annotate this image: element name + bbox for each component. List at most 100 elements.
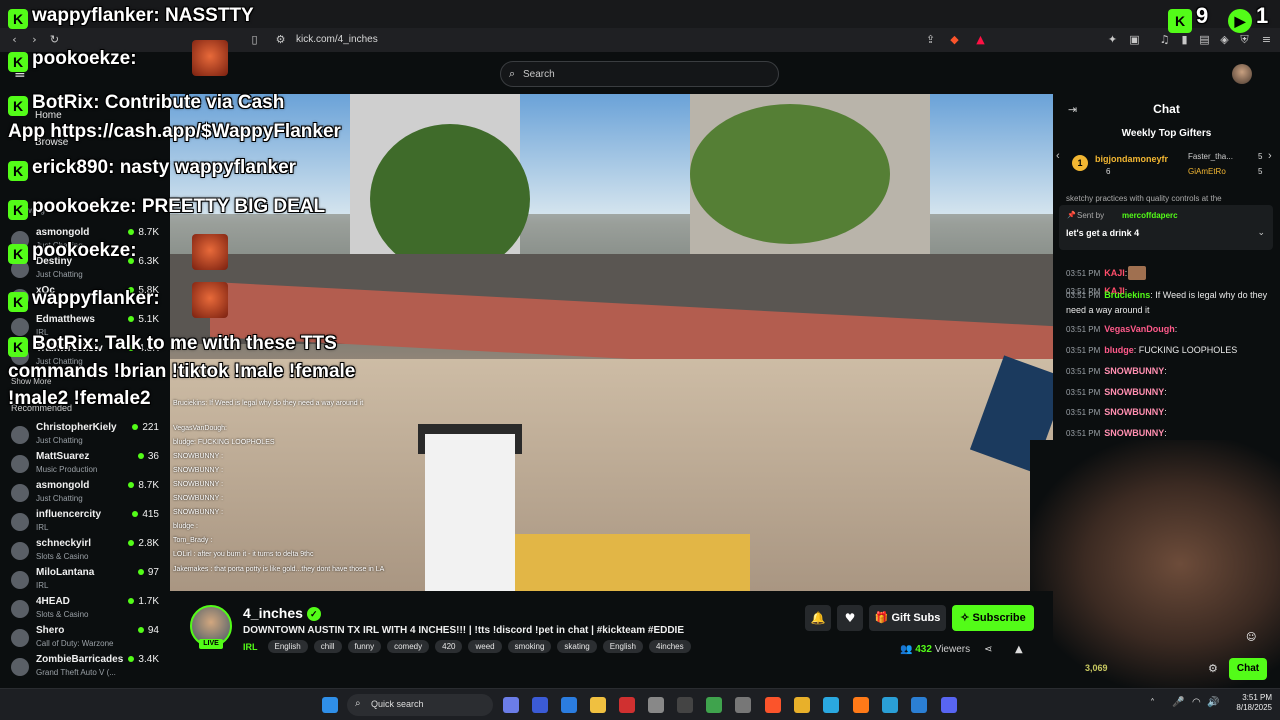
tray-chevron-icon[interactable]: ˄	[1150, 698, 1155, 709]
chrome-icon[interactable]	[794, 697, 810, 713]
chevron-right-icon[interactable]: ›	[1268, 150, 1272, 162]
search-input[interactable]: ⌕ Search	[500, 61, 779, 87]
app-icon[interactable]	[677, 697, 693, 713]
task-view-icon[interactable]	[503, 697, 519, 713]
tag-chip[interactable]: skating	[557, 640, 597, 653]
pinned-message[interactable]: 📌 Sent by mercoffdaperc let's get a drin…	[1059, 205, 1273, 250]
reload-icon[interactable]: ↻	[48, 33, 61, 46]
recommended-channel[interactable]: Shero Call of Duty: Warzone 94	[0, 625, 170, 653]
tag-chip[interactable]: English	[602, 640, 644, 653]
recommended-channel[interactable]: influencercity IRL 415	[0, 509, 170, 537]
app-icon[interactable]	[882, 697, 898, 713]
video-post	[425, 434, 515, 591]
chat-message: 03:51 PM VegasVanDough:	[1066, 324, 1178, 334]
chevron-left-icon[interactable]: ‹	[1056, 150, 1060, 162]
media-icon[interactable]: ♫	[1158, 33, 1171, 46]
app-icon[interactable]	[532, 697, 548, 713]
chat-message: 03:51 PM SNOWBUNNY:	[1066, 387, 1167, 397]
tag-chip[interactable]: funny	[347, 640, 382, 653]
vpn-icon[interactable]: ◈	[1218, 33, 1231, 46]
recommended-channel[interactable]: schneckyirl Slots & Casino 2.8K	[0, 538, 170, 566]
app-icon[interactable]	[619, 697, 635, 713]
emoji-icon[interactable]: ☺	[1246, 632, 1256, 643]
taskbar-clock[interactable]: 3:51 PM 8/18/2025	[1222, 693, 1272, 713]
back-icon[interactable]: ‹	[8, 33, 21, 46]
gifter-name[interactable]: GiAmEtRo	[1188, 167, 1226, 176]
tag-chip[interactable]: comedy	[387, 640, 430, 653]
notification-bell-button[interactable]: 🔔	[805, 605, 831, 631]
kick-badge-icon: K	[8, 96, 28, 116]
brave-shield-icon[interactable]: ◆	[948, 33, 961, 46]
app-icon[interactable]	[706, 697, 722, 713]
pinned-sent-by-label: Sent by	[1077, 211, 1105, 220]
extensions-icon[interactable]: ✦	[1106, 33, 1119, 46]
report-icon[interactable]: ▲	[1015, 644, 1023, 655]
recommended-channel[interactable]: 4HEAD Slots & Casino 1.7K	[0, 596, 170, 624]
app-icon[interactable]	[561, 697, 577, 713]
recommended-channel[interactable]: asmongold Just Chatting 8.7K	[0, 480, 170, 508]
share-icon[interactable]: ⇪	[924, 33, 937, 46]
app-icon[interactable]	[648, 697, 664, 713]
pin-icon: 📌	[1067, 212, 1076, 219]
streamer-name[interactable]: 4_inches ✓	[243, 605, 321, 621]
recommended-channel[interactable]: MattSuarez Music Production 36	[0, 451, 170, 479]
share-icon[interactable]: ⋖	[984, 644, 992, 655]
brave-icon[interactable]	[765, 697, 781, 713]
firefox-icon[interactable]	[853, 697, 869, 713]
tag-chip[interactable]: chill	[313, 640, 342, 653]
discord-icon[interactable]	[941, 697, 957, 713]
face-emote-icon	[192, 40, 228, 76]
site-info-icon[interactable]: ⚙	[274, 33, 287, 46]
gift-subs-button[interactable]: 🎁 Gift Subs	[869, 605, 946, 631]
taskbar-search[interactable]: ⌕ Quick search	[347, 694, 493, 716]
file-explorer-icon[interactable]	[590, 697, 606, 713]
vscode-icon[interactable]	[911, 697, 927, 713]
tag-chip[interactable]: weed	[468, 640, 502, 653]
face-emote-icon	[192, 234, 228, 270]
follow-button[interactable]: ♥	[837, 605, 863, 631]
subscribe-button[interactable]: ✧ Subscribe	[952, 605, 1034, 631]
forward-icon[interactable]: ›	[28, 33, 41, 46]
shield-icon[interactable]: ⛨	[1238, 33, 1251, 46]
category-link[interactable]: IRL	[243, 642, 258, 652]
settings-icon[interactable]: ⚙	[1208, 662, 1218, 675]
windows-start-icon[interactable]	[322, 697, 338, 713]
user-avatar[interactable]	[1232, 64, 1252, 84]
chat-partial-message: sketchy practices with quality controls …	[1066, 194, 1222, 203]
gift-icon: 🎁	[874, 612, 889, 624]
screenshot-icon[interactable]: ▣	[1128, 33, 1141, 46]
volume-icon[interactable]: 🔊	[1207, 697, 1219, 708]
overlay-mini-chat: SNOWBUNNY :	[173, 481, 224, 488]
rewards-icon[interactable]: ▲	[974, 33, 987, 46]
tag-chip[interactable]: 4inches	[649, 640, 691, 653]
gifter-name[interactable]: bigjondamoneyfr	[1095, 154, 1168, 164]
tag-chip[interactable]: smoking	[507, 640, 552, 653]
recommended-channel[interactable]: MiloLantana IRL 97	[0, 567, 170, 595]
send-chat-button[interactable]: Chat	[1229, 658, 1267, 680]
kick-badge-icon: K	[1168, 9, 1192, 33]
overlay-message: Kpookoekze: PREETTY BIG DEAL	[8, 196, 325, 220]
mic-icon[interactable]: 🎤	[1172, 697, 1184, 708]
wifi-icon[interactable]: ◠	[1192, 697, 1201, 708]
chevron-down-icon[interactable]: ⌄	[1257, 227, 1265, 238]
tag-chip[interactable]: 420	[435, 640, 463, 653]
tag-chip[interactable]: English	[267, 640, 308, 653]
recommended-channel[interactable]: ChristopherKiely Just Chatting 221	[0, 422, 170, 450]
overlay-mini-chat: SNOWBUNNY :	[173, 495, 224, 502]
overlay-mini-chat: SNOWBUNNY :	[173, 467, 224, 474]
pinned-user[interactable]: mercoffdaperc	[1122, 211, 1178, 220]
gifter-count: 5	[1258, 152, 1263, 161]
overlay-mini-chat: LOLirl : after you burn it - it turns to…	[173, 551, 314, 558]
wallet-icon[interactable]: ▤	[1198, 33, 1211, 46]
edge-icon[interactable]	[823, 697, 839, 713]
recommended-channel[interactable]: ZombieBarricades Grand Theft Auto V (... 3…	[0, 654, 170, 682]
overlay-mini-chat: Bruciekins: If Weed is legal why do they…	[173, 400, 364, 407]
bookmark-icon[interactable]: ▯	[248, 33, 261, 46]
gifter-name[interactable]: Faster_tha...	[1188, 152, 1233, 161]
menu-icon[interactable]: ≡	[1260, 33, 1273, 46]
avatar	[11, 426, 29, 444]
sidebar-icon[interactable]: ▮	[1178, 33, 1191, 46]
address-bar[interactable]: kick.com/4_inches	[296, 34, 378, 45]
users-icon: 👥	[900, 644, 913, 655]
app-icon[interactable]	[735, 697, 751, 713]
